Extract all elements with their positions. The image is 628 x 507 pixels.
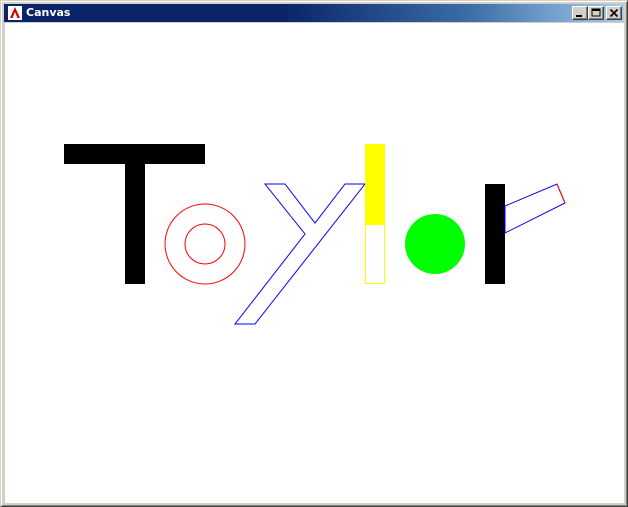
app-window: Canvas [0,0,628,507]
letter-o-disc [405,214,465,274]
drawing-canvas[interactable] [5,23,624,503]
letter-l-filled [365,144,385,224]
close-icon [609,8,619,18]
maximize-icon [591,8,601,17]
inner-ring [184,223,226,265]
title-bar[interactable]: Canvas [4,4,624,22]
minimize-icon [576,15,582,17]
letter-r-stem [485,184,505,284]
letter-l [365,144,385,284]
minimize-button[interactable] [572,6,588,20]
letter-r-arm [504,183,566,234]
letter-y-outline [233,183,367,325]
letter-y [233,183,367,325]
letter-t-stem [125,164,145,284]
java-app-icon[interactable] [7,5,23,21]
window-title: Canvas [26,6,71,19]
letter-t [64,144,205,284]
close-button[interactable] [606,6,622,20]
letter-t-crossbar [64,144,205,164]
letter-r-arm-tip [556,183,566,204]
letter-r [485,183,566,284]
outer-ring [164,203,246,285]
letter-o-rings [164,203,246,285]
taylor-drawing [64,144,566,325]
green-disc [405,214,465,274]
letter-l-outline [365,224,385,284]
maximize-button[interactable] [588,6,604,20]
